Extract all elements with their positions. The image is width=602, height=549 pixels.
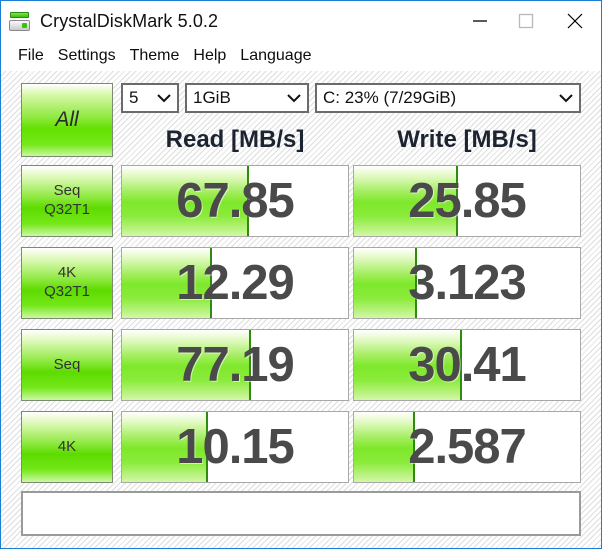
test-label: Seq [53,182,81,200]
test-label: 4K [57,264,77,282]
write-score-value: 2.587 [408,420,527,474]
test-button-seq[interactable]: Seq [21,329,113,401]
write-score-4k-q32t1: 3.123 [353,247,581,319]
run-all-button[interactable]: All [21,83,113,157]
window-controls [457,1,601,41]
target-drive-value: C: 23% (7/29GiB) [323,88,457,107]
read-score-value: 77.19 [176,338,295,392]
test-button-4k-q32t1[interactable]: 4K Q32T1 [21,247,113,319]
window-title: CrystalDiskMark 5.0.2 [40,10,219,31]
test-size-value: 1GiB [193,88,231,107]
menu-item-file[interactable]: File [11,45,51,67]
minimize-icon [473,20,487,22]
maximize-button[interactable] [503,1,549,41]
read-score-seq: 77.19 [121,329,349,401]
chevron-down-icon [157,94,171,103]
chevron-down-icon [559,94,573,103]
menu-item-settings[interactable]: Settings [51,45,123,67]
result-row: 4K Q32T1 12.29 3.123 [1,247,601,319]
read-score-value: 10.15 [176,420,295,474]
run-count-select[interactable]: 5 [121,83,179,113]
test-button-4k[interactable]: 4K [21,411,113,483]
main-panel: All 5 1GiB C: 23% (7/29GiB) Read [MB/s] … [1,71,601,548]
read-column-header: Read [MB/s] [165,126,305,153]
test-sublabel: Q32T1 [44,283,90,300]
read-score-seq-q32t1: 67.85 [121,165,349,237]
minimize-button[interactable] [457,1,503,41]
write-score-seq: 30.41 [353,329,581,401]
read-score-value: 67.85 [176,174,295,228]
close-button[interactable] [549,1,601,41]
write-score-value: 3.123 [408,256,527,310]
read-score-value: 12.29 [176,256,295,310]
menu-item-theme[interactable]: Theme [123,45,187,67]
test-size-select[interactable]: 1GiB [185,83,309,113]
status-message-box [21,491,581,536]
test-label: 4K [57,437,77,455]
read-score-4k: 10.15 [121,411,349,483]
write-score-4k: 2.587 [353,411,581,483]
test-sublabel: Q32T1 [44,201,90,218]
chevron-down-icon [287,94,301,103]
maximize-icon [518,13,534,29]
menu-bar: File Settings Theme Help Language [1,41,601,71]
close-icon [567,13,583,29]
write-score-seq-q32t1: 25.85 [353,165,581,237]
test-button-seq-q32t1[interactable]: Seq Q32T1 [21,165,113,237]
menu-item-language[interactable]: Language [233,45,318,67]
disk-drive-icon [9,10,31,32]
target-drive-select[interactable]: C: 23% (7/29GiB) [315,83,581,113]
run-count-value: 5 [129,88,139,107]
result-row: Seq 77.19 30.41 [1,329,601,401]
write-score-value: 25.85 [408,174,527,228]
write-score-value: 30.41 [408,338,527,392]
crystaldiskmark-window: CrystalDiskMark 5.0.2 File Settings Them… [0,0,602,549]
write-column-header: Write [MB/s] [397,126,537,153]
result-row: Seq Q32T1 67.85 25.85 [1,165,601,237]
result-row: 4K 10.15 2.587 [1,411,601,483]
read-score-4k-q32t1: 12.29 [121,247,349,319]
test-label: Seq [53,355,81,373]
menu-item-help[interactable]: Help [186,45,233,67]
title-bar: CrystalDiskMark 5.0.2 [1,1,601,41]
